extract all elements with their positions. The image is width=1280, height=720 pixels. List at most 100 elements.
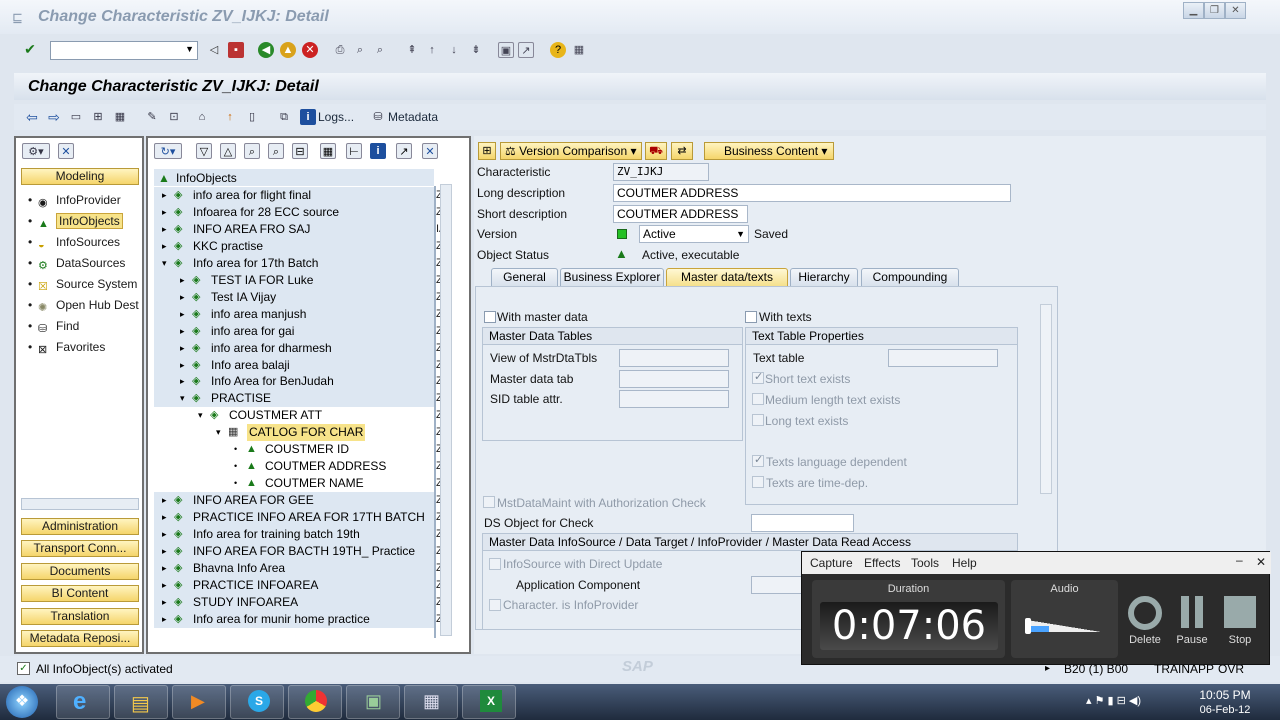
info-icon[interactable]: i xyxy=(300,109,316,125)
new-session-icon[interactable]: ▣ xyxy=(498,42,514,58)
expand-node-icon[interactable]: ▸ xyxy=(162,594,167,611)
nav-item-favorites[interactable]: • ⊠ Favorites xyxy=(28,340,105,356)
chrome-icon[interactable] xyxy=(288,685,342,719)
recorder-app-icon[interactable]: ▣ xyxy=(346,685,400,719)
excel-icon[interactable]: X xyxy=(462,685,516,719)
metadata-icon[interactable]: ⛁ xyxy=(370,109,386,125)
first-page-icon[interactable]: ⇞ xyxy=(404,42,420,58)
tab-master-data-texts[interactable]: Master data/texts xyxy=(666,268,788,287)
view-options-icon[interactable]: ⚙▾ xyxy=(22,143,50,159)
stop-icon[interactable] xyxy=(1224,596,1256,628)
shortcut-icon[interactable]: ↗ xyxy=(518,42,534,58)
collapse-node-icon[interactable]: ▾ xyxy=(162,255,167,272)
document-icon[interactable]: ▯ xyxy=(244,109,260,125)
tree-row[interactable]: • ▲ COUSTMER ID xyxy=(154,441,434,459)
nav-item-source-system[interactable]: • ☒ Source System xyxy=(28,277,137,293)
version-comparison-button[interactable]: ⚖ Version Comparison ▾ xyxy=(500,142,642,160)
expand-node-icon[interactable]: ▸ xyxy=(162,187,167,204)
internet-explorer-icon[interactable]: e xyxy=(56,685,110,719)
hierarchy-icon[interactable]: ⊢ xyxy=(346,143,362,159)
version-dropdown[interactable]: Active ▼ xyxy=(639,225,749,243)
nav-item-open-hub[interactable]: • ✺ Open Hub Dest xyxy=(28,298,139,314)
expand-node-icon[interactable]: ▸ xyxy=(180,306,185,323)
tree-row[interactable]: ▸ ◈ Test IA Vijay xyxy=(154,288,434,306)
tree-row[interactable]: ▸ ◈ info area for gai xyxy=(154,322,434,340)
tree-row[interactable]: ▸ ◈ Info area balaji xyxy=(154,356,434,374)
minimize-icon[interactable]: – xyxy=(1236,553,1243,567)
where-used-icon[interactable]: ⌂ xyxy=(194,109,210,125)
expand-node-icon[interactable]: ▸ xyxy=(180,373,185,390)
close-icon[interactable]: ✕ xyxy=(1256,555,1266,569)
menu-capture[interactable]: Capture xyxy=(810,556,853,570)
switch-icon[interactable]: ⇄ xyxy=(671,142,693,160)
maximize-button[interactable]: ❐ xyxy=(1204,2,1225,19)
translation-button[interactable]: Translation xyxy=(21,608,139,625)
leaf-bullet-icon[interactable]: • xyxy=(234,458,237,475)
tree-row[interactable]: ▸ ◈ TEST IA FOR Luke xyxy=(154,271,434,289)
delete-icon[interactable] xyxy=(1128,596,1162,630)
expand-node-icon[interactable]: ▸ xyxy=(162,611,167,628)
metadata-button[interactable]: Metadata xyxy=(388,110,438,124)
command-field[interactable]: ▼ xyxy=(50,41,198,60)
layout-menu-icon[interactable]: ▦ xyxy=(571,42,587,58)
char-infoprovider-checkbox[interactable] xyxy=(489,599,501,611)
expand-node-icon[interactable]: ▸ xyxy=(180,357,185,374)
logs-button[interactable]: Logs... xyxy=(318,110,354,124)
skype-icon[interactable]: S xyxy=(230,685,284,719)
tree-row[interactable]: ▸ ◈ info area manjush xyxy=(154,305,434,323)
transport-icon[interactable]: ⛟ xyxy=(645,142,667,160)
menu-effects[interactable]: Effects xyxy=(864,556,900,570)
collapse-icon[interactable]: △ xyxy=(220,143,236,159)
tab-hierarchy[interactable]: Hierarchy xyxy=(790,268,858,287)
cancel-icon[interactable]: ✕ xyxy=(302,42,318,58)
pin-icon[interactable]: ↗ xyxy=(396,143,412,159)
copy-icon[interactable]: ⧉ xyxy=(276,109,292,125)
expand-node-icon[interactable]: ▸ xyxy=(162,238,167,255)
hierarchy-icon[interactable]: ⊞ xyxy=(90,109,106,125)
tree-row[interactable]: • ▲ COUTMER NAME xyxy=(154,475,434,493)
expand-node-icon[interactable]: ▸ xyxy=(180,272,185,289)
tree-row[interactable]: ▸ ◈ info area for dharmesh xyxy=(154,339,434,357)
sap-logon-icon[interactable]: ▦ xyxy=(404,685,458,719)
tree-row[interactable]: ▸ ◈ INFO AREA FOR BACTH 19TH_ Practice xyxy=(154,542,434,560)
documents-button[interactable]: Documents xyxy=(21,563,139,580)
with-texts-checkbox[interactable] xyxy=(745,311,757,323)
vertical-scrollbar[interactable] xyxy=(1040,304,1052,494)
direct-update-checkbox[interactable] xyxy=(489,558,501,570)
menu-help[interactable]: Help xyxy=(952,556,977,570)
modeling-button[interactable]: Modeling xyxy=(21,168,139,185)
vertical-scrollbar[interactable] xyxy=(440,184,452,636)
expand-node-icon[interactable]: ▸ xyxy=(180,289,185,306)
expand-node-icon[interactable]: ▸ xyxy=(162,543,167,560)
close-button[interactable]: ✕ xyxy=(1225,2,1246,19)
last-page-icon[interactable]: ⇟ xyxy=(468,42,484,58)
tree-row[interactable]: ▾ ◈ COUSTMER ATT xyxy=(154,407,434,425)
administration-button[interactable]: Administration xyxy=(21,518,139,535)
time-dependent-checkbox[interactable] xyxy=(752,476,764,488)
close-panel-icon[interactable]: ✕ xyxy=(58,143,74,159)
info-icon[interactable]: i xyxy=(370,143,386,159)
close-icon[interactable]: ✕ xyxy=(422,143,438,159)
tree-row[interactable]: ▸ ◈ Bhavna Info Area xyxy=(154,559,434,577)
help-icon[interactable]: ? xyxy=(550,42,566,58)
nav-item-infosources[interactable]: • ◒ InfoSources xyxy=(28,235,120,251)
tree-row[interactable]: ▸ ◈ Info area for munir home practice xyxy=(154,610,434,628)
nav-item-find[interactable]: • ⛁ Find xyxy=(28,319,79,335)
refresh-icon[interactable]: ↻▾ xyxy=(154,143,182,159)
back-arrow-icon[interactable]: ◁ xyxy=(206,42,222,58)
expand-icon[interactable]: ▽ xyxy=(196,143,212,159)
check-icon[interactable]: ✎ xyxy=(144,109,160,125)
find-next-icon[interactable]: ⌕ xyxy=(268,143,284,159)
horizontal-scrollbar[interactable] xyxy=(21,498,139,510)
tree-row[interactable]: ▸ ◈ Infoarea for 28 ECC source xyxy=(154,203,434,221)
expand-node-icon[interactable]: ▸ xyxy=(162,526,167,543)
print-icon[interactable]: ⎙ xyxy=(332,42,348,58)
collapse-node-icon[interactable]: ▾ xyxy=(180,390,185,407)
file-explorer-icon[interactable]: ▤ xyxy=(114,685,168,719)
expand-node-icon[interactable]: ▸ xyxy=(180,323,185,340)
forward-arrow-icon[interactable]: ⇨ xyxy=(46,109,62,125)
short-description-input[interactable]: COUTMER ADDRESS xyxy=(613,205,748,223)
expand-node-icon[interactable]: ▸ xyxy=(162,560,167,577)
back-green-icon[interactable]: ◀ xyxy=(258,42,274,58)
find-icon[interactable]: ⌕ xyxy=(244,143,260,159)
